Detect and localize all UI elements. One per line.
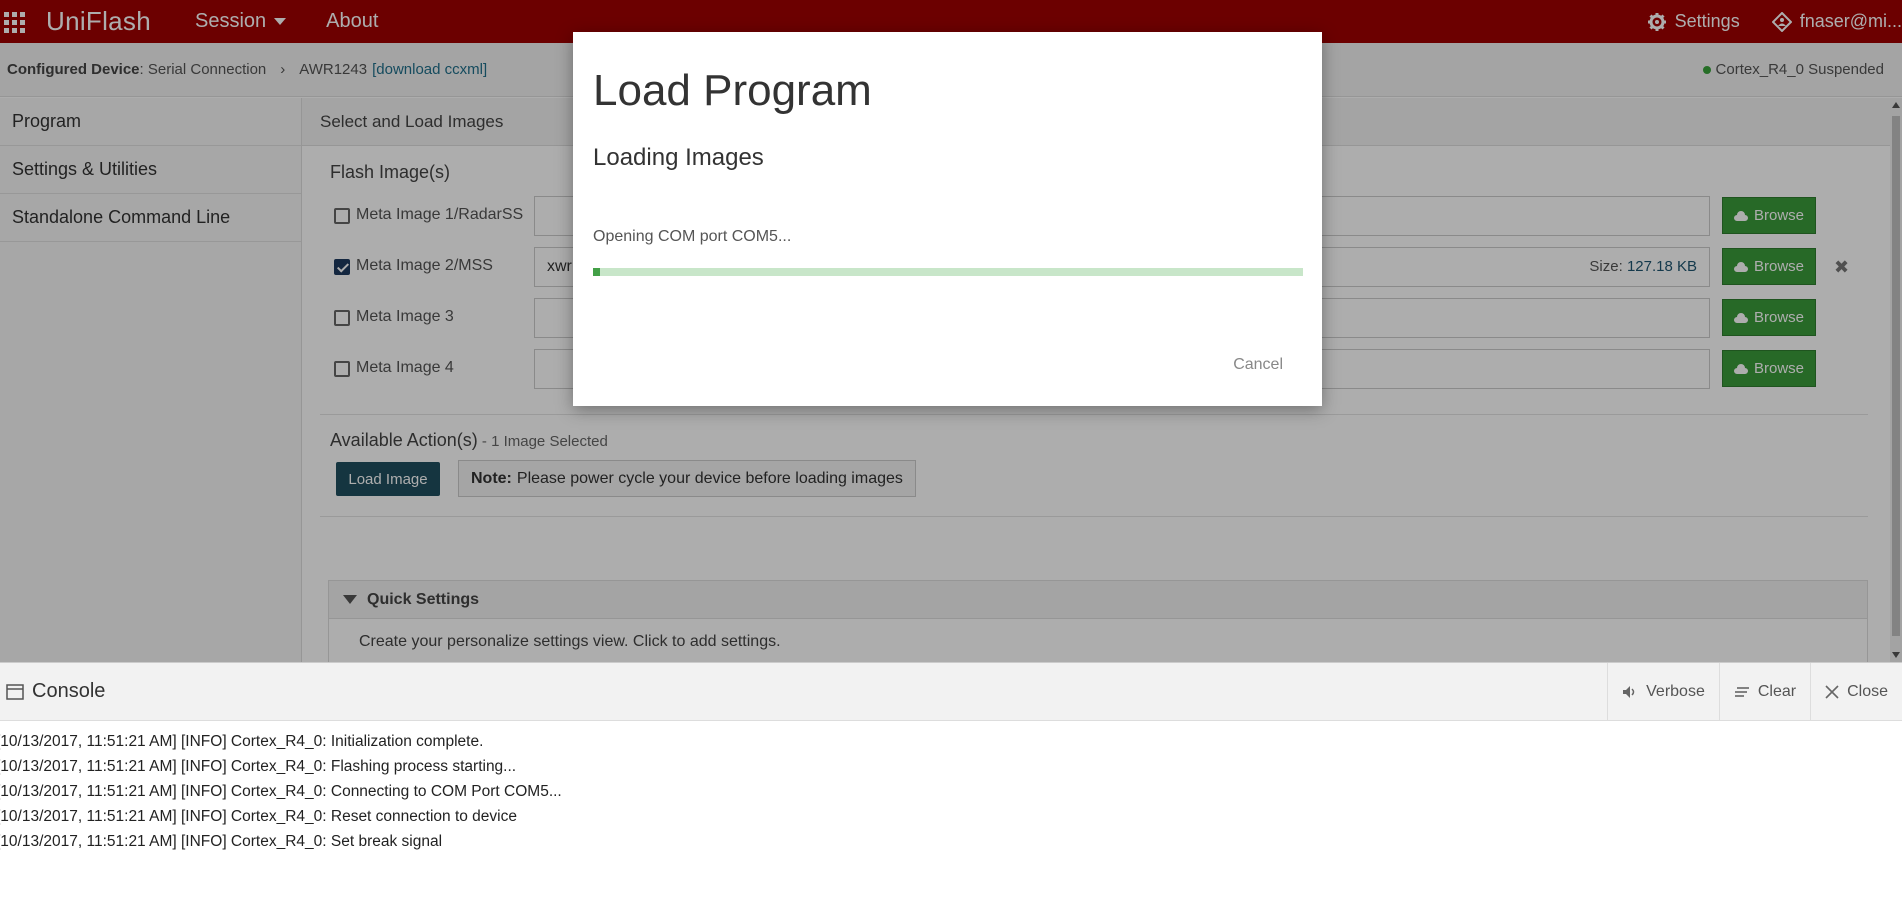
speaker-icon (1623, 686, 1635, 698)
progress-fill (593, 268, 601, 276)
progress-bar (593, 268, 1303, 276)
console-line: [10/13/2017, 11:51:21 AM] [INFO] Cortex_… (0, 733, 484, 750)
console-line: [10/13/2017, 11:51:21 AM] [INFO] Cortex_… (0, 833, 443, 850)
close-label: Close (1847, 683, 1888, 700)
clear-button[interactable]: Clear (1718, 663, 1810, 721)
cancel-button[interactable]: Cancel (1233, 356, 1283, 374)
console-title-text: Console (32, 680, 106, 702)
verbose-label: Verbose (1646, 683, 1705, 700)
console-line: [10/13/2017, 11:51:21 AM] [INFO] Cortex_… (0, 783, 562, 800)
window-icon (6, 683, 24, 700)
clear-label: Clear (1757, 683, 1797, 700)
console-panel: Console Verbose Clear Close [10/13/2017,… (0, 662, 1902, 908)
close-console-button[interactable]: Close (1810, 663, 1902, 721)
close-icon (1825, 685, 1839, 699)
dialog-subtitle: Loading Images (593, 144, 764, 171)
console-title: Console (6, 680, 105, 703)
verbose-button[interactable]: Verbose (1607, 663, 1719, 721)
clear-lines-icon (1734, 687, 1749, 697)
dialog-title: Load Program (593, 66, 872, 115)
console-output: [10/13/2017, 11:51:21 AM] [INFO] Cortex_… (0, 721, 1902, 854)
console-line: [10/13/2017, 11:51:21 AM] [INFO] Cortex_… (0, 758, 517, 775)
load-program-dialog: Load Program Loading Images Opening COM … (573, 32, 1322, 406)
console-line: [10/13/2017, 11:51:21 AM] [INFO] Cortex_… (0, 808, 517, 825)
console-header: Console Verbose Clear Close (0, 663, 1902, 721)
dialog-status-message: Opening COM port COM5... (593, 228, 792, 245)
